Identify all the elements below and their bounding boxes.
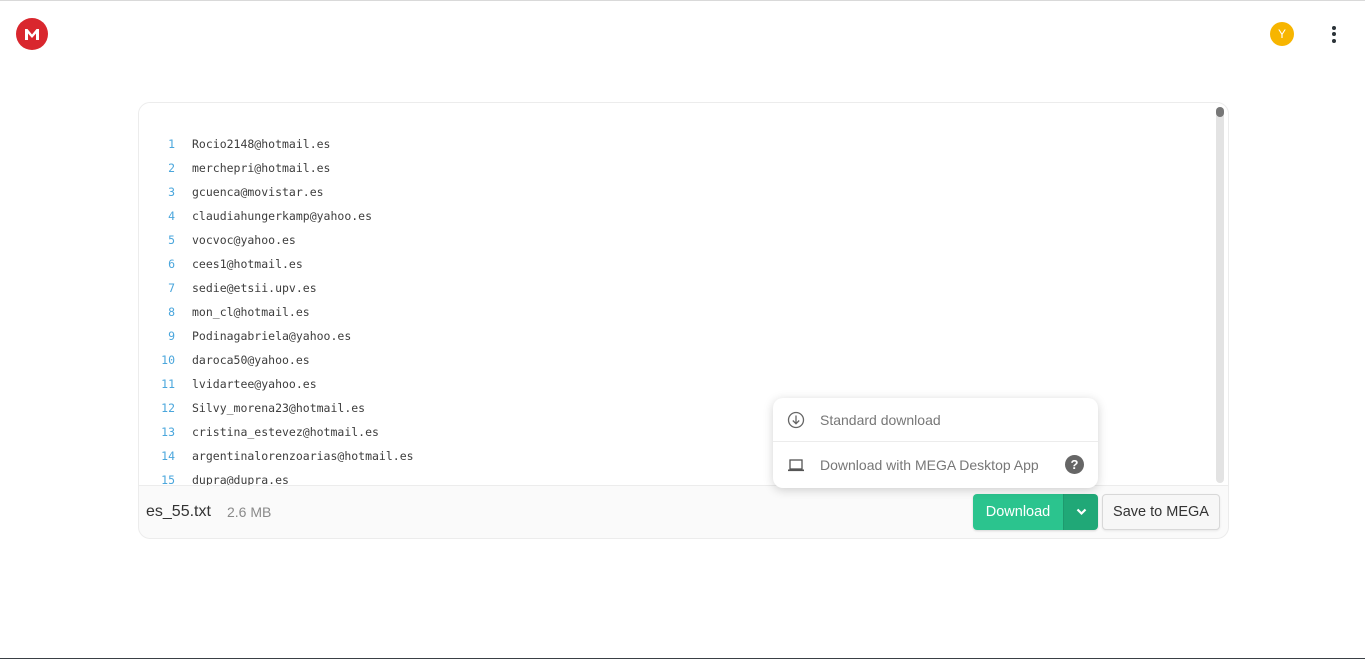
line-number: 6 [168,257,175,271]
line-text: mon_cl@hotmail.es [192,305,310,319]
code-line: 7 sedie@etsii.upv.es [139,276,1209,300]
code-line: 4 claudiahungerkamp@yahoo.es [139,204,1209,228]
download-circle-icon [787,411,805,429]
laptop-icon [787,456,805,474]
code-line: 11 lvidartee@yahoo.es [139,372,1209,396]
code-line: 5 vocvoc@yahoo.es [139,228,1209,252]
menu-item-label: Download with MEGA Desktop App [820,457,1039,473]
code-line: 2 merchepri@hotmail.es [139,156,1209,180]
line-number: 13 [161,425,175,439]
line-number: 4 [168,209,175,223]
vertical-scrollbar[interactable] [1216,107,1224,483]
scrollbar-thumb[interactable] [1216,107,1224,117]
menu-item-desktop-app-download[interactable]: Download with MEGA Desktop App ? [773,443,1098,487]
line-number: 14 [161,449,175,463]
menu-dot [1332,38,1336,43]
line-text: Podinagabriela@yahoo.es [192,329,352,343]
line-text: Rocio2148@hotmail.es [192,137,331,151]
menu-dot [1332,25,1336,30]
top-bar: Y [0,1,1365,67]
menu-item-label: Standard download [820,411,941,428]
download-button-group: Download [973,494,1098,530]
line-text: merchepri@hotmail.es [192,161,331,175]
code-line: 8 mon_cl@hotmail.es [139,300,1209,324]
line-text: dupra@dupra.es [192,473,289,486]
line-number: 2 [168,161,175,175]
line-number: 5 [168,233,175,247]
download-button[interactable]: Download [973,494,1063,530]
mega-m-glyph [25,28,39,40]
mega-logo-icon[interactable] [16,18,48,50]
line-number: 10 [161,353,175,367]
code-line: 1 Rocio2148@hotmail.es [139,132,1209,156]
line-number: 8 [168,305,175,319]
code-line: 10 daroca50@yahoo.es [139,348,1209,372]
menu-item-standard-download[interactable]: Standard download [773,398,1098,442]
save-to-mega-button[interactable]: Save to MEGA [1102,494,1220,530]
code-line: 3 gcuenca@movistar.es [139,180,1209,204]
file-size: 2.6 MB [227,504,272,520]
line-text: argentinalorenzoarias@hotmail.es [192,449,414,463]
line-text: vocvoc@yahoo.es [192,233,296,247]
code-line: 9 Podinagabriela@yahoo.es [139,324,1209,348]
user-avatar[interactable]: Y [1270,22,1294,46]
line-text: Silvy_morena23@hotmail.es [192,401,366,415]
line-number: 1 [168,137,175,151]
line-number: 12 [161,401,175,415]
line-text: cees1@hotmail.es [192,257,303,271]
line-number: 3 [168,185,175,199]
menu-dot [1332,32,1336,36]
download-options-menu: Standard download Download with MEGA Des… [773,398,1098,488]
download-options-toggle[interactable] [1063,494,1098,530]
line-text: gcuenca@movistar.es [192,185,324,199]
line-text: daroca50@yahoo.es [192,353,310,367]
file-name: es_55.txt [146,503,211,520]
help-icon[interactable]: ? [1065,455,1084,474]
line-number: 9 [168,329,175,343]
line-number: 11 [161,377,175,391]
line-text: sedie@etsii.upv.es [192,281,317,295]
more-vertical-icon[interactable] [1322,22,1346,46]
line-text: claudiahungerkamp@yahoo.es [192,209,373,223]
line-text: lvidartee@yahoo.es [192,377,317,391]
chevron-down-icon [1076,508,1086,516]
code-line: 6 cees1@hotmail.es [139,252,1209,276]
line-text: cristina_estevez@hotmail.es [192,425,379,439]
line-number: 7 [168,281,175,295]
line-number: 15 [161,473,175,486]
avatar-initial: Y [1277,27,1286,41]
